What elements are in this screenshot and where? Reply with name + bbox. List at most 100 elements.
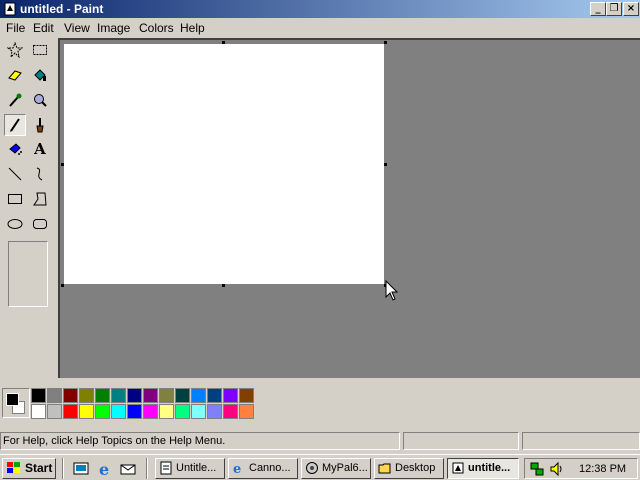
tool-options-panel[interactable] (8, 241, 48, 307)
brush-icon (36, 118, 44, 133)
taskbar-button-mypal[interactable]: MyPal6... (301, 458, 371, 479)
paint-icon (452, 462, 464, 474)
palette-swatch[interactable] (95, 404, 110, 419)
palette-swatch[interactable] (175, 404, 190, 419)
palette-swatch[interactable] (239, 388, 254, 403)
palette-swatch[interactable] (239, 404, 254, 419)
start-button[interactable]: Start (2, 458, 56, 479)
palette-swatch[interactable] (207, 388, 222, 403)
palette-swatch[interactable] (127, 388, 142, 403)
tool-text[interactable]: A (29, 138, 51, 160)
palette-swatch[interactable] (111, 404, 126, 419)
menu-image[interactable]: Image (97, 21, 130, 35)
menu-view[interactable]: View (64, 21, 90, 35)
mypal-icon (306, 462, 318, 474)
title-bar[interactable]: untitled - Paint _ ❐ × (0, 0, 640, 18)
palette-swatch[interactable] (191, 388, 206, 403)
maximize-button[interactable]: ❐ (606, 2, 622, 16)
eraser-icon (8, 70, 22, 81)
tool-curve[interactable] (29, 163, 51, 185)
resize-handle-left (61, 163, 64, 166)
outlook-express-icon[interactable] (119, 460, 137, 478)
minimize-button[interactable]: _ (590, 2, 606, 16)
tool-pick-color[interactable] (4, 89, 26, 111)
palette-swatch[interactable] (159, 388, 174, 403)
tool-select[interactable] (29, 39, 51, 61)
foreground-color-swatch[interactable] (6, 393, 19, 406)
paint-app-icon[interactable] (2, 1, 18, 17)
palette-swatch[interactable] (63, 404, 78, 419)
palette-swatch[interactable] (143, 388, 158, 403)
taskbar-separator (146, 458, 148, 479)
status-size (522, 432, 640, 450)
clock[interactable]: 12:38 PM (579, 463, 626, 475)
star-select-icon (7, 42, 23, 58)
system-tray: 12:38 PM (524, 458, 638, 479)
menu-bar: File Edit View Image Colors Help (0, 18, 640, 38)
palette-swatch[interactable] (191, 404, 206, 419)
tool-rounded-rectangle[interactable] (29, 213, 51, 235)
palette-swatch[interactable] (79, 388, 94, 403)
menu-file[interactable]: File (6, 21, 25, 35)
ie-icon: e (233, 462, 241, 475)
palette-swatch[interactable] (143, 404, 158, 419)
taskbar: Start e Untitle... e Canno... MyPal6... … (0, 454, 640, 480)
taskbar-button-label: Canno... (249, 462, 291, 474)
palette-swatch[interactable] (31, 388, 46, 403)
show-desktop-icon[interactable] (72, 460, 90, 478)
tool-fill[interactable] (29, 64, 51, 86)
tool-rectangle[interactable] (4, 188, 26, 210)
palette-swatch[interactable] (207, 404, 222, 419)
taskbar-button-label: untitle... (468, 462, 511, 474)
rectangle-icon (8, 194, 22, 204)
volume-icon[interactable] (549, 461, 565, 477)
tool-pencil[interactable] (4, 114, 26, 136)
resize-handle-right[interactable] (384, 163, 387, 166)
tool-magnifier[interactable] (29, 89, 51, 111)
taskbar-button-notepad[interactable]: Untitle... (155, 458, 225, 479)
palette-swatch[interactable] (175, 388, 190, 403)
close-button[interactable]: × (623, 2, 639, 16)
folder-icon (378, 463, 391, 474)
menu-help[interactable]: Help (180, 21, 205, 35)
taskbar-button-desktop[interactable]: Desktop (374, 458, 444, 479)
resize-handle-bottom-left (61, 284, 64, 287)
network-icon[interactable] (529, 461, 545, 477)
eyedropper-icon (9, 93, 22, 107)
tool-eraser[interactable] (4, 64, 26, 86)
tool-polygon[interactable] (29, 188, 51, 210)
tool-airbrush[interactable] (4, 138, 26, 160)
mouse-cursor-icon (385, 280, 399, 301)
menu-edit[interactable]: Edit (33, 21, 54, 35)
magnifier-icon (34, 94, 47, 107)
palette-swatch[interactable] (127, 404, 142, 419)
resize-handle-bottom[interactable] (222, 284, 225, 287)
taskbar-button-browser[interactable]: e Canno... (228, 458, 298, 479)
workspace[interactable] (58, 38, 640, 378)
resize-handle-top-right (384, 41, 387, 44)
internet-explorer-icon[interactable]: e (96, 460, 114, 478)
tool-ellipse[interactable] (4, 213, 26, 235)
current-colors[interactable] (2, 388, 30, 418)
windows-logo-icon (7, 462, 20, 473)
palette-swatch[interactable] (47, 404, 62, 419)
tool-line[interactable] (4, 163, 26, 185)
menu-colors[interactable]: Colors (139, 21, 174, 35)
palette-swatch[interactable] (63, 388, 78, 403)
palette-swatch[interactable] (47, 388, 62, 403)
palette-swatch[interactable] (111, 388, 126, 403)
toolbox: A (0, 38, 58, 378)
palette-swatch[interactable] (223, 388, 238, 403)
taskbar-button-paint[interactable]: untitle... (447, 458, 519, 479)
palette-swatch[interactable] (159, 404, 174, 419)
airbrush-icon (9, 143, 22, 155)
taskbar-button-label: Untitle... (176, 462, 217, 474)
palette-swatch[interactable] (95, 388, 110, 403)
status-help-text: For Help, click Help Topics on the Help … (0, 432, 400, 450)
tool-brush[interactable] (29, 114, 51, 136)
drawing-canvas[interactable] (64, 44, 384, 284)
palette-swatch[interactable] (31, 404, 46, 419)
tool-free-form-select[interactable] (4, 39, 26, 61)
palette-swatch[interactable] (223, 404, 238, 419)
palette-swatch[interactable] (79, 404, 94, 419)
